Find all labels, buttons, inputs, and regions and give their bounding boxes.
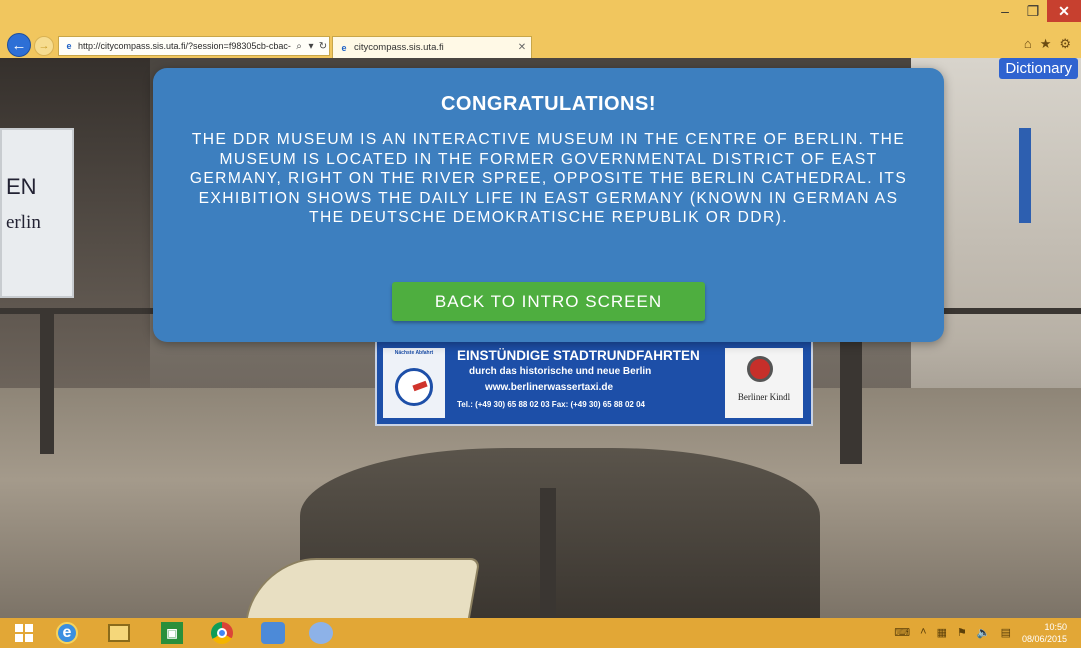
flag-icon[interactable]: ⚑	[957, 626, 967, 639]
taskbar-chrome[interactable]	[207, 621, 237, 645]
address-url[interactable]: http://citycompass.sis.uta.fi/?session=f…	[78, 41, 293, 51]
browser-chrome: – ❐ ✕ ← → e http://citycompass.sis.uta.f…	[0, 0, 1081, 58]
chrome-icon	[211, 622, 233, 644]
banner-clock-title: Nächste Abfahrt	[394, 350, 434, 356]
taskbar-internet-explorer[interactable]: e	[52, 621, 82, 645]
photo-sign-left: EN erlin	[0, 128, 74, 298]
system-tray: ⌨ ˄ ▦ ⚑ 🔈 ▤	[894, 626, 1011, 639]
photo-blue-sign	[1019, 128, 1031, 223]
arrow-left-icon: ←	[11, 36, 27, 54]
window-controls: – ❐ ✕	[991, 0, 1081, 26]
back-to-intro-button[interactable]: BACK TO INTRO SCREEN	[392, 282, 705, 321]
start-button[interactable]	[9, 621, 39, 645]
congratulations-dialog: CONGRATULATIONS! THE DDR MUSEUM IS AN IN…	[153, 68, 944, 342]
banner-clock-panel: Nächste Abfahrt	[383, 348, 445, 418]
dictionary-button[interactable]: Dictionary	[999, 58, 1078, 79]
browser-tools: ⌂ ★ ⚙	[1024, 36, 1071, 52]
chevron-down-icon[interactable]: ▾	[305, 41, 317, 52]
people-icon	[261, 622, 285, 644]
favorites-star-icon[interactable]: ★	[1040, 36, 1052, 52]
browser-tab[interactable]: e citycompass.sis.uta.fi ✕	[332, 36, 532, 58]
taskbar-file-explorer[interactable]	[104, 621, 134, 645]
minimize-button[interactable]: –	[991, 0, 1019, 22]
tab-label: citycompass.sis.uta.fi	[354, 42, 444, 53]
page-content: EN erlin Nächste Abfahrt EINSTÜNDIGE STA…	[0, 58, 1081, 618]
banner-headline: EINSTÜNDIGE STADTRUNDFAHRTEN	[457, 348, 700, 363]
back-button[interactable]: ←	[7, 33, 31, 57]
taskbar-paint[interactable]	[306, 621, 336, 645]
chevron-up-icon[interactable]: ˄	[920, 626, 926, 639]
home-icon[interactable]: ⌂	[1024, 36, 1032, 52]
taskbar-clock[interactable]: 10:50 08/06/2015	[1022, 621, 1067, 645]
language-icon[interactable]: ▤	[1001, 626, 1011, 639]
dialog-title: CONGRATULATIONS!	[440, 93, 656, 115]
tab-favicon-icon: e	[341, 42, 347, 53]
banner-contact: Tel.: (+49 30) 65 88 02 03 Fax: (+49 30)…	[457, 400, 645, 409]
refresh-icon[interactable]: ↻	[317, 41, 329, 52]
tab-close-icon[interactable]: ✕	[513, 42, 531, 53]
sign-left-text-1: EN	[6, 174, 37, 199]
banner-logo: Berliner Kindl	[725, 348, 803, 418]
maximize-button[interactable]: ❐	[1019, 0, 1047, 22]
settings-gear-icon[interactable]: ⚙	[1059, 36, 1071, 52]
taskbar: e ▣ ⌨ ˄ ▦ ⚑ 🔈 ▤ 10:50 08/06/2015	[0, 618, 1081, 648]
close-button[interactable]: ✕	[1047, 0, 1081, 22]
folder-icon	[108, 624, 130, 642]
forward-button[interactable]: →	[34, 36, 54, 56]
arrow-right-icon: →	[38, 40, 50, 52]
dialog-body: THE DDR MUSEUM IS AN INTERACTIVE MUSEUM …	[189, 131, 908, 226]
clock-date: 08/06/2015	[1021, 634, 1067, 644]
photo-post	[540, 488, 556, 618]
photo-banner: Nächste Abfahrt EINSTÜNDIGE STADTRUNDFAH…	[375, 340, 813, 426]
search-icon[interactable]: ⌕	[293, 41, 305, 52]
banner-logo-text: Berliner Kindl	[737, 392, 791, 402]
brewery-logo-icon	[747, 356, 773, 382]
taskbar-people[interactable]	[258, 621, 288, 645]
clock-icon	[395, 368, 433, 406]
taskbar-store[interactable]: ▣	[157, 621, 187, 645]
address-bar[interactable]: e http://citycompass.sis.uta.fi/?session…	[58, 36, 330, 56]
store-icon: ▣	[161, 622, 183, 644]
clock-time: 10:50	[1044, 622, 1067, 632]
banner-subline: durch das historische und neue Berlin	[469, 366, 652, 377]
sign-left-text-2: erlin	[6, 212, 41, 233]
photo-post	[40, 314, 54, 454]
network-icon[interactable]: ▦	[937, 626, 947, 639]
keyboard-icon[interactable]: ⌨	[894, 626, 910, 639]
banner-website: www.berlinerwassertaxi.de	[485, 382, 614, 393]
internet-explorer-icon: e	[56, 622, 78, 644]
volume-icon[interactable]: 🔈	[977, 626, 991, 639]
paint-icon	[309, 622, 333, 644]
site-favicon-icon: e	[66, 41, 72, 51]
windows-logo-icon	[15, 624, 33, 642]
